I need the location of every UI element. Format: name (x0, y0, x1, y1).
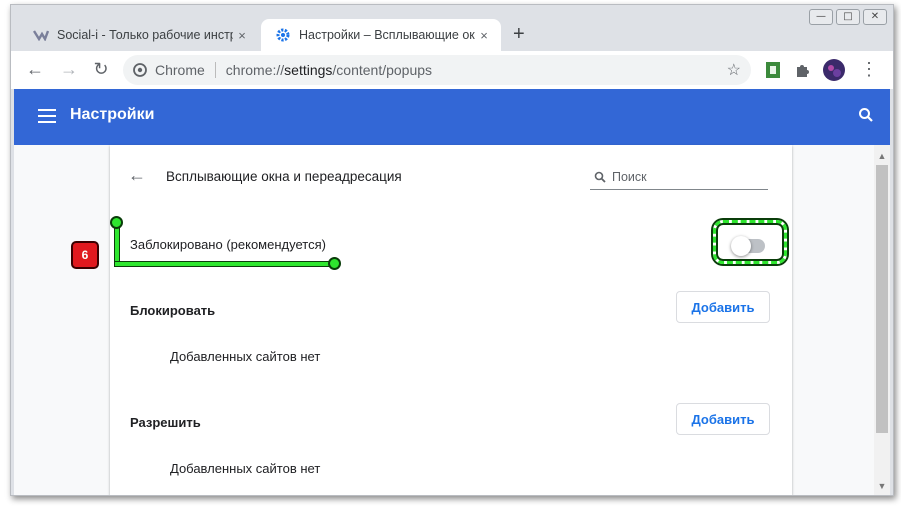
minimize-button[interactable]: — (809, 9, 833, 25)
popups-card: ← Всплывающие окна и переадресация Поиск… (110, 145, 792, 495)
block-empty-text: Добавленных сайтов нет (170, 349, 321, 364)
settings-content: ← Всплывающие окна и переадресация Поиск… (14, 145, 874, 495)
add-allow-button[interactable]: Добавить (676, 403, 770, 435)
search-placeholder: Поиск (612, 170, 647, 184)
settings-header: Настройки (14, 89, 890, 145)
chrome-chip-label: Chrome (155, 62, 205, 78)
page-title: Настройки (70, 106, 155, 123)
scrollbar-thumb[interactable] (876, 165, 888, 433)
extensions-puzzle-icon[interactable] (793, 60, 813, 80)
tab-social-i[interactable]: Social-i - Только рабочие инстр × (19, 19, 259, 51)
hamburger-menu-icon[interactable] (38, 109, 56, 127)
annotation-dot (110, 216, 123, 229)
allow-section-title: Разрешить (130, 415, 201, 430)
scroll-up-icon[interactable]: ▲ (874, 149, 890, 163)
forward-button[interactable]: → (57, 59, 81, 80)
chrome-icon (133, 63, 147, 77)
block-section-title: Блокировать (130, 303, 216, 318)
add-block-button[interactable]: Добавить (676, 291, 770, 323)
tab-settings[interactable]: Настройки – Всплывающие окн × (261, 19, 501, 51)
url-text: chrome://settings/content/popups (226, 62, 432, 78)
annotation-dot (328, 257, 341, 270)
bookmark-star-icon[interactable]: ☆ (727, 60, 741, 80)
tab-title: Настройки – Всплывающие окн (299, 28, 475, 42)
back-button[interactable]: ← (23, 59, 47, 80)
tab-close-icon[interactable]: × (475, 28, 493, 43)
close-window-button[interactable]: ✕ (863, 9, 887, 25)
window-controls: — □ ✕ (809, 9, 887, 25)
back-arrow-icon[interactable]: ← (128, 165, 146, 186)
address-bar[interactable]: Chrome chrome://settings/content/popups … (123, 55, 751, 85)
search-input[interactable]: Поиск (590, 165, 768, 190)
search-icon[interactable] (858, 107, 874, 128)
chrome-menu-icon[interactable]: ⋮ (857, 59, 881, 80)
url-host: settings (284, 62, 333, 78)
reload-button[interactable]: ↻ (89, 59, 113, 80)
section-subtitle: Всплывающие окна и переадресация (166, 169, 402, 184)
tab-close-icon[interactable]: × (233, 28, 251, 43)
blocked-label: Заблокировано (рекомендуется) (130, 237, 326, 252)
gear-icon (275, 27, 291, 43)
social-i-favicon-icon (33, 27, 49, 43)
new-tab-button[interactable]: + (513, 23, 525, 46)
allow-empty-text: Добавленных сайтов нет (170, 461, 321, 476)
toggle-highlight (713, 220, 787, 264)
step-badge: 6 (71, 241, 99, 269)
url-path: /content/popups (332, 62, 433, 78)
maximize-button[interactable]: □ (836, 9, 860, 25)
scroll-down-icon[interactable]: ▼ (874, 479, 890, 493)
chrome-chip: Chrome (133, 62, 205, 78)
url-prefix: chrome:// (225, 62, 285, 78)
tab-title: Social-i - Только рабочие инстр (57, 28, 233, 42)
search-icon (594, 171, 606, 183)
divider (214, 62, 216, 78)
scrollbar[interactable]: ▲ ▼ (874, 145, 890, 495)
annotation-line (114, 261, 338, 267)
avatar[interactable] (823, 59, 845, 81)
toolbar: ← → ↻ Chrome chrome://settings/content/p… (11, 51, 893, 89)
extension-green-icon[interactable] (763, 60, 783, 80)
